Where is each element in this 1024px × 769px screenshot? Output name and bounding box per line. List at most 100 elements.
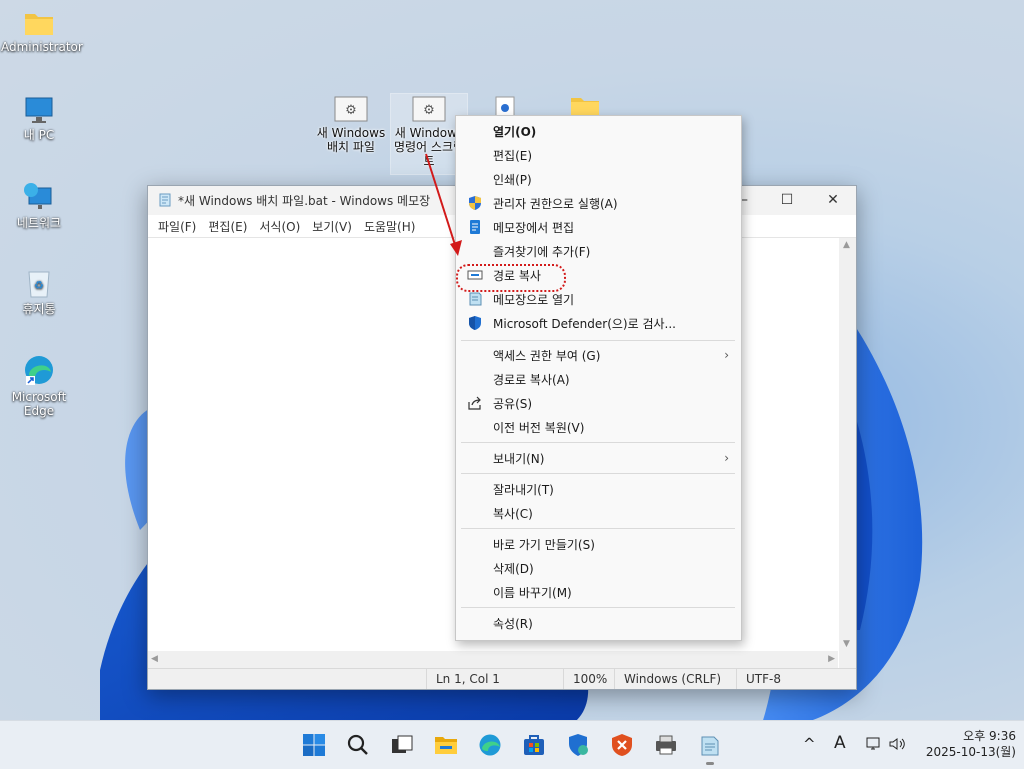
- desktop-icon-network[interactable]: 네트워크: [1, 182, 77, 230]
- menu-item-copy-to-path[interactable]: 경로로 복사(A): [456, 367, 741, 391]
- desktop-icon-label: Administrator: [1, 40, 83, 54]
- menu-item-edit-in-notepad[interactable]: 메모장에서 편집: [456, 215, 741, 239]
- active-app-indicator: [706, 762, 714, 765]
- menu-item-label: 바로 가기 만들기(S): [493, 537, 595, 552]
- security-icon[interactable]: [566, 733, 590, 757]
- menu-item-delete[interactable]: 삭제(D): [456, 556, 741, 580]
- menu-item-give-access[interactable]: 액세스 권한 부여 (G) ›: [456, 343, 741, 367]
- menu-item-label: 즐겨찾기에 추가(F): [493, 244, 591, 259]
- menu-item-label: 경로로 복사(A): [493, 372, 570, 387]
- scroll-left-icon[interactable]: ◀: [151, 654, 158, 664]
- menu-item-label: 이전 버전 복원(V): [493, 420, 585, 435]
- folder-icon: [25, 14, 53, 35]
- menu-item-rename[interactable]: 이름 바꾸기(M): [456, 580, 741, 604]
- menu-item-label: 열기(O): [493, 124, 537, 139]
- menu-item-print[interactable]: 인쇄(P): [456, 167, 741, 191]
- menu-file[interactable]: 파일(F): [152, 218, 202, 235]
- maximize-button[interactable]: ☐: [764, 186, 810, 214]
- clock-time: 오후 9:36: [963, 729, 1016, 743]
- network-icon[interactable]: [866, 736, 882, 752]
- svg-text:♻: ♻: [34, 279, 44, 292]
- menu-edit[interactable]: 편집(E): [202, 218, 253, 235]
- desktop-icon-my-pc[interactable]: 내 PC: [1, 96, 77, 142]
- volume-icon[interactable]: [888, 736, 906, 752]
- network-icon: [24, 183, 52, 209]
- share-icon: [468, 396, 481, 410]
- clock-date: 2025-10-13(월): [925, 745, 1016, 759]
- menu-help[interactable]: 도움말(H): [358, 218, 422, 235]
- notepad-icon[interactable]: [698, 733, 722, 757]
- menu-item-label: 보내기(N): [493, 451, 545, 466]
- scroll-corner: [839, 651, 856, 668]
- cmd-script-icon: ⚙: [412, 96, 446, 122]
- desktop-file-batch[interactable]: ⚙ 새 Windows 배치 파일: [313, 96, 389, 154]
- defender-icon: [469, 316, 481, 330]
- status-encoding: UTF-8: [736, 669, 845, 689]
- menu-item-run-as-admin[interactable]: 관리자 권한으로 실행(A): [456, 191, 741, 215]
- search-icon[interactable]: [346, 733, 370, 757]
- status-bar: Ln 1, Col 1 100% Windows (CRLF) UTF-8: [148, 668, 856, 689]
- desktop-icon-edge[interactable]: Microsoft Edge: [1, 354, 77, 418]
- status-spacer: [148, 669, 426, 689]
- status-zoom: 100%: [563, 669, 614, 689]
- menu-item-cut[interactable]: 잘라내기(T): [456, 477, 741, 501]
- annotation-arrow: [425, 153, 462, 256]
- menu-separator: [461, 340, 735, 341]
- menu-item-add-to-favorites[interactable]: 즐겨찾기에 추가(F): [456, 239, 741, 263]
- menu-item-label: Microsoft Defender(으)로 검사...: [493, 316, 676, 331]
- menu-item-create-shortcut[interactable]: 바로 가기 만들기(S): [456, 532, 741, 556]
- menu-item-properties[interactable]: 속성(R): [456, 611, 741, 635]
- desktop-icon-recycle-bin[interactable]: ♻ 휴지통: [1, 268, 77, 316]
- desktop-icon-label: 네트워크: [16, 216, 62, 230]
- menu-item-label: 관리자 권한으로 실행(A): [493, 196, 618, 211]
- scroll-up-icon[interactable]: ▲: [843, 240, 850, 250]
- menu-separator: [461, 442, 735, 443]
- menu-item-label: 속성(R): [493, 616, 533, 631]
- svg-text:⚙: ⚙: [345, 103, 357, 118]
- menu-format[interactable]: 서식(O): [253, 218, 306, 235]
- batch-file-icon: ⚙: [334, 96, 368, 122]
- menu-separator: [461, 607, 735, 608]
- vertical-scrollbar[interactable]: ▲ ▼: [839, 238, 856, 651]
- menu-item-label: 잘라내기(T): [493, 482, 554, 497]
- menu-item-label: 메모장에서 편집: [493, 220, 575, 235]
- annotation-highlight: [456, 264, 566, 292]
- svg-text:⚙: ⚙: [423, 103, 435, 118]
- monitor-icon: [25, 97, 53, 123]
- notepad-classic-icon: [469, 292, 482, 306]
- store-icon[interactable]: [522, 733, 546, 757]
- edge-icon[interactable]: [478, 733, 502, 757]
- start-icon[interactable]: [302, 733, 326, 757]
- desktop-icon-administrator[interactable]: Administrator: [1, 10, 83, 54]
- menu-item-open[interactable]: 열기(O): [456, 119, 741, 143]
- notepad-icon: [159, 193, 171, 207]
- menu-item-label: 이름 바꾸기(M): [493, 585, 572, 600]
- printer-icon[interactable]: [654, 733, 678, 757]
- horizontal-scrollbar[interactable]: ◀ ▶: [148, 651, 838, 668]
- close-button[interactable]: ✕: [810, 186, 856, 214]
- menu-item-copy[interactable]: 복사(C): [456, 501, 741, 525]
- ime-indicator[interactable]: A: [834, 733, 846, 753]
- taskbar: ^ A 오후 9:36 2025-10-13(월): [0, 720, 1024, 769]
- system-clock[interactable]: 오후 9:36 2025-10-13(월): [926, 728, 1016, 760]
- menu-item-label: 인쇄(P): [493, 172, 532, 187]
- menu-item-label: 액세스 권한 부여 (G): [493, 348, 601, 363]
- app-x-icon[interactable]: [610, 733, 634, 757]
- recycle-bin-icon: ♻: [28, 271, 50, 298]
- file-explorer-icon[interactable]: [434, 733, 458, 757]
- tray-chevron-icon[interactable]: ^: [803, 735, 816, 753]
- menu-item-restore-previous[interactable]: 이전 버전 복원(V): [456, 415, 741, 439]
- desktop-icon-label: 내 PC: [23, 128, 55, 142]
- scroll-down-icon[interactable]: ▼: [843, 639, 850, 649]
- menu-item-share[interactable]: 공유(S): [456, 391, 741, 415]
- menu-item-defender-scan[interactable]: Microsoft Defender(으)로 검사...: [456, 311, 741, 335]
- menu-item-edit[interactable]: 편집(E): [456, 143, 741, 167]
- menu-item-send-to[interactable]: 보내기(N) ›: [456, 446, 741, 470]
- desktop-icon-label: 새 Windows 배치 파일: [316, 126, 386, 154]
- menu-item-label: 공유(S): [493, 396, 533, 411]
- desktop-icon-label: Microsoft Edge: [11, 390, 67, 418]
- context-menu[interactable]: 열기(O) 편집(E) 인쇄(P) 관리자 권한으로 실행(A) 메모장에서 편…: [455, 115, 742, 641]
- scroll-right-icon[interactable]: ▶: [828, 654, 835, 664]
- menu-view[interactable]: 보기(V): [306, 218, 358, 235]
- task-view-icon[interactable]: [390, 733, 414, 757]
